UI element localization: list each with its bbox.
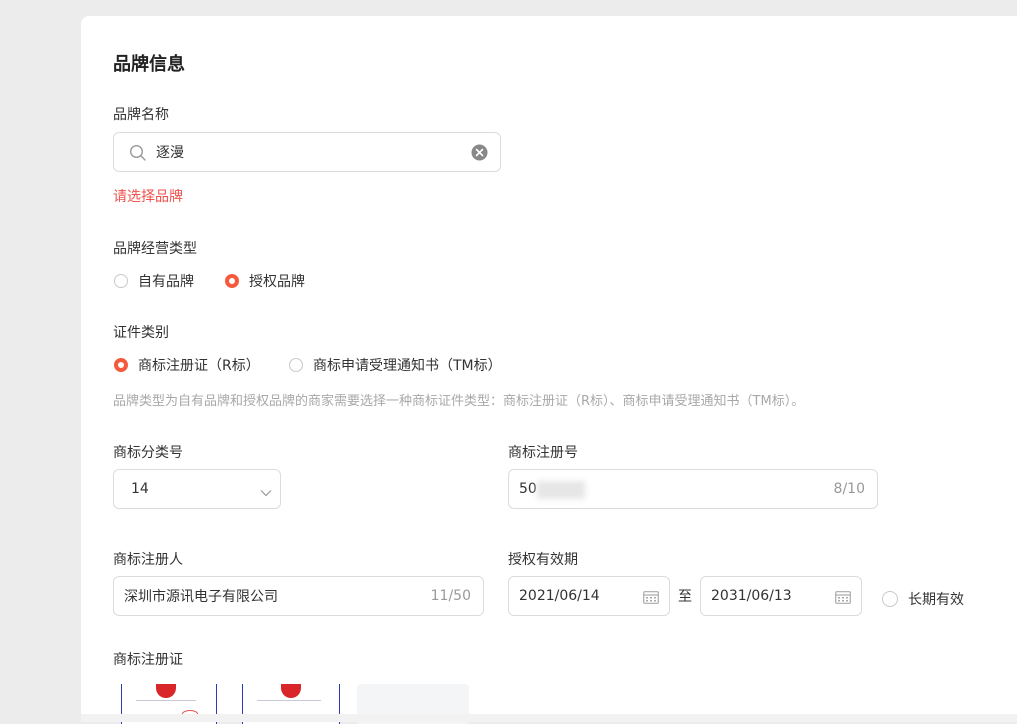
start-date-value: 2021/06/14 [519,588,600,604]
emblem-mark [156,684,176,698]
certificate-line [136,700,196,701]
radio-r-mark-label: 商标注册证（R标） [138,358,260,374]
search-icon [129,144,147,166]
radio-authorized-brand[interactable]: 授权品牌 [225,271,305,291]
radio-circle-selected [225,274,239,288]
brand-name-label: 品牌名称 [113,107,169,123]
calendar-icon [643,590,659,608]
end-date-value: 2031/06/13 [711,588,792,604]
brand-type-label: 品牌经营类型 [113,241,197,257]
certificate-line [257,700,321,701]
start-date-input[interactable]: 2021/06/14 [508,576,670,616]
chevron-down-icon [260,485,272,501]
end-date-input[interactable]: 2031/06/13 [700,576,862,616]
tm-certificate-label: 商标注册证 [113,652,183,668]
radio-circle-selected [114,358,128,372]
cert-type-hint: 品牌类型为自有品牌和授权品牌的商家需要选择一种商标证件类型：商标注册证（R标）、… [113,394,805,409]
radio-circle [289,358,303,372]
brand-info-card: 品牌信息 品牌名称 逐漫 请选择品牌 品牌经营类型 自有品牌 授权品牌 证件类别… [81,16,1017,724]
clear-icon[interactable] [471,144,488,165]
long-term-option[interactable]: 长期有效 [882,589,964,609]
brand-name-error: 请选择品牌 [113,189,183,205]
tm-reg-no-counter: 8/10 [833,481,865,497]
date-range-separator: 至 [678,589,692,605]
radio-tm-mark-label: 商标申请受理通知书（TM标） [313,358,502,374]
tm-registrant-value: 深圳市源讯电子有限公司 [124,589,278,605]
tm-registrant-counter: 11/50 [430,588,471,604]
radio-circle [114,274,128,288]
radio-circle [882,591,898,607]
section-title: 品牌信息 [113,54,185,75]
emblem-mark [281,684,301,698]
tm-reg-no-label: 商标注册号 [508,445,578,461]
calendar-icon [835,590,851,608]
long-term-label: 长期有效 [908,592,964,608]
tm-class-select[interactable]: 14 [113,469,281,509]
tm-registrant-label: 商标注册人 [113,552,183,568]
tm-registrant-input[interactable]: 深圳市源讯电子有限公司 11/50 [113,576,484,616]
tm-reg-no-input[interactable]: 50 8/10 [508,469,878,509]
tm-reg-no-value: 50 [519,481,537,497]
tm-class-label: 商标分类号 [113,445,183,461]
radio-r-mark[interactable]: 商标注册证（R标） [114,355,260,375]
tm-class-value: 14 [131,481,149,497]
radio-tm-mark[interactable]: 商标申请受理通知书（TM标） [289,355,502,375]
horizontal-scrollbar[interactable] [81,714,1017,722]
radio-own-brand[interactable]: 自有品牌 [114,271,194,291]
redacted-blur [537,481,585,499]
auth-period-label: 授权有效期 [508,552,578,568]
brand-name-value: 逐漫 [156,145,184,161]
cert-type-label: 证件类别 [113,325,169,341]
radio-own-brand-label: 自有品牌 [138,274,194,290]
radio-authorized-brand-label: 授权品牌 [249,274,305,290]
brand-name-search-input[interactable]: 逐漫 [113,132,501,172]
